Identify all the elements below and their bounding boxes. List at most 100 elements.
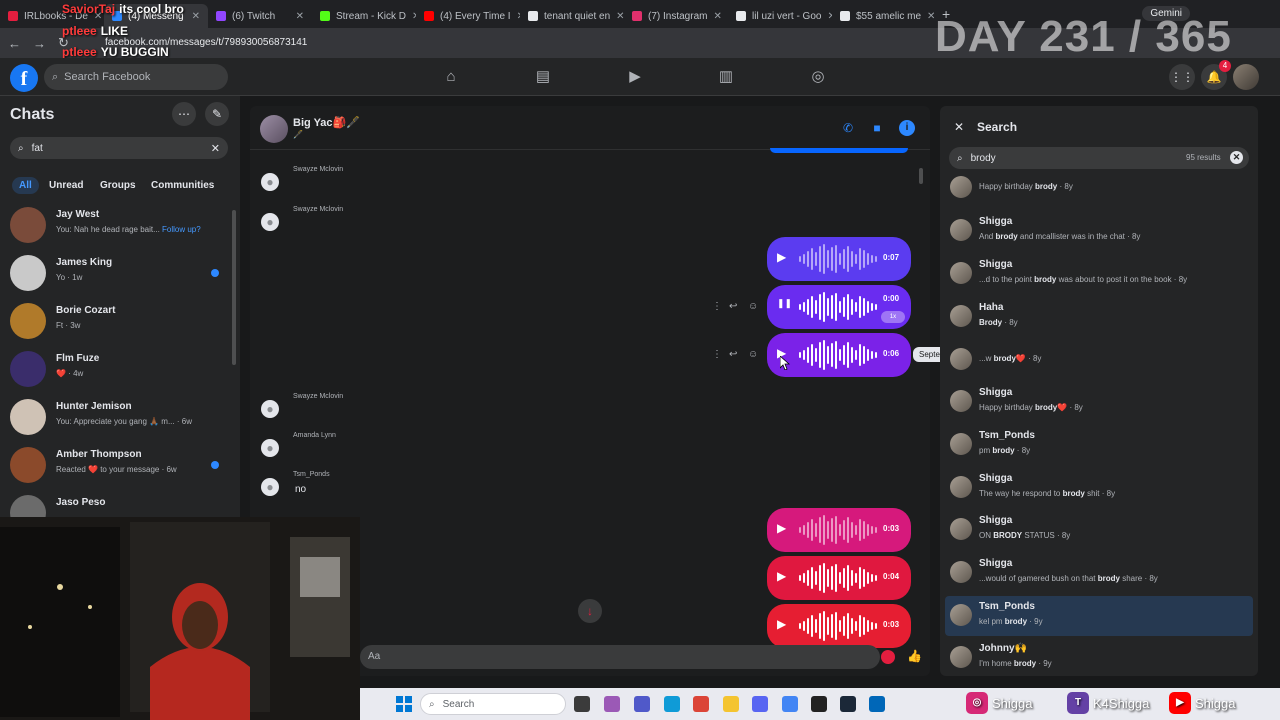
close-icon[interactable]: ✕ [954, 120, 964, 134]
filter-unread[interactable]: Unread [49, 180, 83, 191]
facebook-logo[interactable]: f [10, 64, 38, 92]
react-icon[interactable]: ☺ [748, 301, 758, 312]
conversation-avatar[interactable] [260, 115, 288, 143]
new-message-icon[interactable]: ✎ [205, 102, 229, 126]
more-options-icon[interactable]: ⋯ [172, 102, 196, 126]
chrome-active-icon[interactable] [782, 696, 798, 712]
tab-close-icon[interactable]: ✕ [192, 11, 200, 22]
search-result[interactable]: Johnny🙌 I'm home brody · 9y [945, 638, 1253, 678]
discord-icon[interactable] [752, 696, 768, 712]
participant-avatar[interactable]: ● [261, 439, 279, 457]
home-icon[interactable]: ⌂ [441, 67, 461, 87]
participant-avatar[interactable]: ● [261, 213, 279, 231]
back-icon[interactable]: ← [8, 36, 21, 51]
profile-avatar[interactable] [1233, 64, 1259, 90]
task-view-icon[interactable] [574, 696, 590, 712]
search-result[interactable]: Shigga ...d to the point brody was about … [945, 254, 1253, 294]
react-icon[interactable]: ☺ [748, 349, 758, 360]
search-result[interactable]: Shigga ...would of gamered bush on that b… [945, 553, 1253, 593]
voice-message[interactable]: ▶ 0:04 [767, 556, 911, 600]
browser-tab[interactable]: (4) Every Time I✕ [416, 4, 520, 28]
obs-icon[interactable] [811, 696, 827, 712]
participant-avatar[interactable]: ● [261, 478, 279, 496]
menu-grid-icon[interactable]: ⋮⋮ [1169, 64, 1195, 90]
scroll-down-icon[interactable]: ↓ [578, 599, 602, 623]
video-call-icon[interactable]: ■ [869, 120, 885, 136]
store-icon[interactable] [869, 696, 885, 712]
participant-avatar[interactable]: ● [261, 400, 279, 418]
search-result[interactable]: Tsm_Ponds kel pm brody · 9y [945, 596, 1253, 636]
conversation-name[interactable]: Big Yac🎒🖋️ [293, 116, 360, 129]
more-actions-icon[interactable]: ⋮ [712, 349, 722, 360]
reply-icon[interactable]: ↩ [729, 301, 737, 312]
browser-tab[interactable]: lil uzi vert - Goo ✕ [728, 4, 832, 28]
message-composer[interactable]: Aa [360, 645, 880, 669]
forward-icon[interactable]: → [33, 36, 46, 51]
search-result[interactable]: Shigga The way he respond to brody shit ·… [945, 468, 1253, 508]
filter-communities[interactable]: Communities [151, 180, 214, 191]
search-result[interactable]: Shigga And brody and mcallister was in th… [945, 211, 1253, 251]
voice-message[interactable]: ▶ 0:03 [767, 604, 911, 648]
info-icon[interactable]: i [899, 120, 915, 136]
message-bubble[interactable]: no [289, 481, 312, 498]
emoji-icon[interactable] [881, 650, 895, 664]
chat-search-input[interactable]: ⌕ fat ✕ [10, 137, 228, 159]
browser-tab[interactable]: (6) Twitch ✕ [208, 4, 312, 28]
browser-tab[interactable]: $55 amelic me ✕ [832, 4, 936, 28]
chrome-icon[interactable] [693, 696, 709, 712]
play-icon[interactable]: ▶ [777, 521, 789, 535]
play-icon[interactable]: ▶ [777, 617, 789, 631]
participant-name: Swayze Mclovin [293, 393, 344, 400]
play-icon[interactable]: ▶ [777, 250, 789, 264]
edge-icon[interactable] [664, 696, 680, 712]
clear-search-icon[interactable]: ✕ [1230, 151, 1243, 164]
filter-groups[interactable]: Groups [100, 180, 136, 191]
gaming-icon[interactable]: ◎ [808, 67, 828, 87]
tab-close-icon[interactable]: ✕ [296, 11, 304, 22]
more-actions-icon[interactable]: ⋮ [712, 301, 722, 312]
search-result[interactable]: Shigga Happy birthday brody❤️ · 8y [945, 382, 1253, 422]
chat-list-item[interactable]: James King Yo · 1w [10, 251, 225, 297]
marketplace-icon[interactable]: ▥ [716, 67, 736, 87]
file-explorer-icon[interactable] [723, 696, 739, 712]
teams-icon[interactable] [634, 696, 650, 712]
chat-list-item[interactable]: Hunter Jemison You: Appreciate you gang 🙏… [10, 395, 225, 441]
facebook-search[interactable]: ⌕ Search Facebook [44, 64, 228, 90]
browser-tab[interactable]: (7) Instagram ✕ [624, 4, 728, 28]
chat-list-item[interactable]: Jay West You: Nah he dead rage bait... Fo… [10, 203, 225, 249]
windows-start-icon[interactable] [396, 696, 412, 712]
browser-tab[interactable]: tenant quiet en ✕ [520, 4, 624, 28]
search-result[interactable]: Shigga...w brody❤️ · 8y [945, 340, 1253, 380]
phone-icon[interactable]: ✆ [840, 120, 856, 136]
search-result[interactable]: Haha Brody · 8y [945, 297, 1253, 337]
pause-icon[interactable]: ❚❚ [777, 298, 792, 309]
search-result[interactable]: Tsm_Ponds pm brody · 8y [945, 425, 1253, 465]
dashboard-icon[interactable]: ▤ [533, 67, 553, 87]
tab-close-icon[interactable]: ✕ [616, 11, 624, 22]
filter-all[interactable]: All [12, 177, 39, 194]
tab-close-icon[interactable]: ✕ [713, 11, 721, 22]
browser-tab[interactable]: Stream - Kick D✕ [312, 4, 416, 28]
chat-list-item[interactable]: Flm Fuze ❤️ · 4w [10, 347, 225, 393]
steam-icon[interactable] [840, 696, 856, 712]
participant-avatar[interactable]: ● [261, 173, 279, 191]
voice-message[interactable]: ▶ 0:07 [767, 237, 911, 281]
voice-message[interactable]: ▶ 0:06 [767, 333, 911, 377]
voice-message[interactable]: ❚❚ 0:00 1x [767, 285, 911, 329]
search-result[interactable]: ShiggaHappy birthday brody · 8y [945, 168, 1253, 198]
video-icon[interactable]: ▶ [625, 67, 645, 87]
like-icon[interactable]: 👍 [907, 649, 922, 663]
conversation-scrollbar[interactable] [919, 168, 923, 184]
copilot-icon[interactable] [604, 696, 620, 712]
follow-up-link[interactable]: Follow up? [162, 225, 201, 234]
clear-search-icon[interactable]: ✕ [211, 142, 220, 155]
reply-icon[interactable]: ↩ [729, 349, 737, 360]
play-icon[interactable]: ▶ [777, 569, 789, 583]
voice-message[interactable]: ▶ 0:03 [767, 508, 911, 552]
chat-list-item[interactable]: Amber Thompson Reacted ❤️ to your message… [10, 443, 225, 489]
taskbar-search[interactable]: ⌕ Search [420, 693, 566, 715]
chat-list-item[interactable]: Borie Cozart Ft · 3w [10, 299, 225, 345]
playback-speed-button[interactable]: 1x [881, 311, 905, 323]
search-result[interactable]: Shigga ON BRODY STATUS · 8y [945, 510, 1253, 550]
sidebar-scrollbar[interactable] [232, 210, 236, 365]
